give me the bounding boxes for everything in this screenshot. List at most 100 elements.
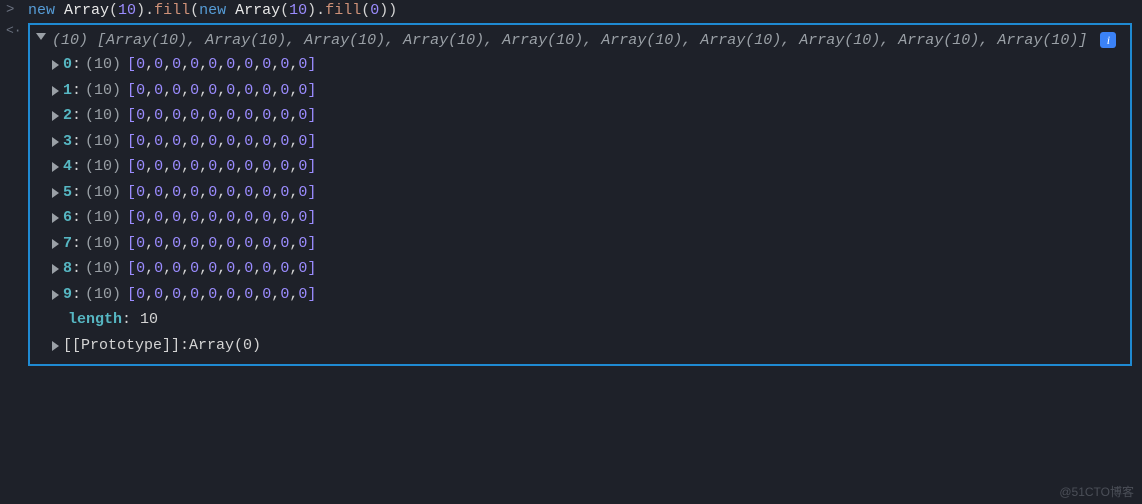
array-value: 0 [190, 52, 199, 78]
array-value: 0 [262, 103, 271, 129]
array-row[interactable]: 9: (10)[0, 0, 0, 0, 0, 0, 0, 0, 0, 0] [38, 282, 1122, 308]
row-index: 8 [63, 256, 72, 282]
length-key: length [68, 311, 122, 328]
array-row[interactable]: 0: (10)[0, 0, 0, 0, 0, 0, 0, 0, 0, 0] [38, 52, 1122, 78]
array-value: 0 [298, 103, 307, 129]
array-value: 0 [208, 231, 217, 257]
code-token: ( [109, 2, 118, 19]
array-value: 0 [208, 154, 217, 180]
code-token: new [199, 2, 235, 19]
array-value: 0 [136, 154, 145, 180]
array-value: 0 [172, 231, 181, 257]
row-index: 3 [63, 129, 72, 155]
array-value: 0 [280, 205, 289, 231]
chevron-right-icon[interactable] [52, 188, 59, 198]
array-value: 0 [208, 256, 217, 282]
array-value: 0 [190, 180, 199, 206]
array-row[interactable]: 3: (10)[0, 0, 0, 0, 0, 0, 0, 0, 0, 0] [38, 129, 1122, 155]
array-value: 0 [190, 154, 199, 180]
chevron-right-icon[interactable] [52, 137, 59, 147]
chevron-right-icon[interactable] [52, 290, 59, 300]
chevron-right-icon[interactable] [52, 162, 59, 172]
array-value: 0 [190, 129, 199, 155]
array-value: 0 [172, 129, 181, 155]
chevron-right-icon[interactable] [52, 60, 59, 70]
array-value: 0 [208, 205, 217, 231]
array-row[interactable]: 6: (10)[0, 0, 0, 0, 0, 0, 0, 0, 0, 0] [38, 205, 1122, 231]
chevron-right-icon[interactable] [52, 341, 59, 351]
row-index: 5 [63, 180, 72, 206]
array-value: 0 [226, 256, 235, 282]
array-value: 0 [208, 180, 217, 206]
row-count: (10) [85, 52, 121, 78]
array-value: 0 [280, 78, 289, 104]
array-value: 0 [262, 154, 271, 180]
code-token: Array [235, 2, 280, 19]
chevron-right-icon[interactable] [52, 213, 59, 223]
array-value: 0 [208, 129, 217, 155]
code-token: ( [280, 2, 289, 19]
array-summary[interactable]: (10) [Array(10), Array(10), Array(10), A… [38, 29, 1122, 52]
code-token: Array [64, 2, 109, 19]
chevron-right-icon[interactable] [52, 111, 59, 121]
array-value: 0 [244, 205, 253, 231]
array-row[interactable]: 7: (10)[0, 0, 0, 0, 0, 0, 0, 0, 0, 0] [38, 231, 1122, 257]
array-value: 0 [244, 154, 253, 180]
chevron-right-icon[interactable] [52, 264, 59, 274]
row-count: (10) [85, 256, 121, 282]
row-index: 2 [63, 103, 72, 129]
array-value: 0 [136, 205, 145, 231]
row-count: (10) [85, 180, 121, 206]
array-value: 0 [172, 52, 181, 78]
array-value: 0 [226, 154, 235, 180]
array-value: 0 [280, 256, 289, 282]
array-value: 0 [154, 180, 163, 206]
array-value: 0 [298, 52, 307, 78]
array-value: 0 [262, 256, 271, 282]
array-value: 0 [136, 282, 145, 308]
result-container: (10) [Array(10), Array(10), Array(10), A… [28, 23, 1132, 366]
array-value: 0 [262, 205, 271, 231]
row-index: 0 [63, 52, 72, 78]
array-row[interactable]: 1: (10)[0, 0, 0, 0, 0, 0, 0, 0, 0, 0] [38, 78, 1122, 104]
array-value: 0 [208, 78, 217, 104]
array-value: 0 [154, 78, 163, 104]
info-icon[interactable]: i [1100, 32, 1116, 48]
summary-count: (10) [52, 32, 88, 49]
array-value: 0 [190, 256, 199, 282]
expand-toggle-icon[interactable] [36, 33, 46, 40]
row-count: (10) [85, 103, 121, 129]
array-row[interactable]: 4: (10)[0, 0, 0, 0, 0, 0, 0, 0, 0, 0] [38, 154, 1122, 180]
array-row[interactable]: 5: (10)[0, 0, 0, 0, 0, 0, 0, 0, 0, 0] [38, 180, 1122, 206]
chevron-right-icon[interactable] [52, 239, 59, 249]
array-value: 0 [280, 103, 289, 129]
array-value: 0 [208, 52, 217, 78]
array-value: 0 [172, 103, 181, 129]
array-value: 0 [172, 282, 181, 308]
array-value: 0 [154, 205, 163, 231]
array-value: 0 [262, 78, 271, 104]
array-value: 0 [280, 154, 289, 180]
chevron-right-icon[interactable] [52, 86, 59, 96]
row-count: (10) [85, 78, 121, 104]
array-value: 0 [244, 52, 253, 78]
array-row[interactable]: 8: (10)[0, 0, 0, 0, 0, 0, 0, 0, 0, 0] [38, 256, 1122, 282]
array-value: 0 [190, 78, 199, 104]
array-value: 0 [190, 103, 199, 129]
array-value: 0 [172, 154, 181, 180]
prototype-property[interactable]: [[Prototype]]: Array(0) [38, 333, 1122, 359]
array-value: 0 [136, 256, 145, 282]
code-token: ). [136, 2, 154, 19]
array-value: 0 [280, 52, 289, 78]
array-value: 0 [190, 205, 199, 231]
array-value: 0 [244, 78, 253, 104]
array-row[interactable]: 2: (10)[0, 0, 0, 0, 0, 0, 0, 0, 0, 0] [38, 103, 1122, 129]
array-value: 0 [154, 52, 163, 78]
row-index: 4 [63, 154, 72, 180]
code-token: ( [190, 2, 199, 19]
array-value: 0 [226, 103, 235, 129]
console-output-line: <· (10) [Array(10), Array(10), Array(10)… [0, 21, 1142, 374]
array-value: 0 [136, 78, 145, 104]
console-input-line: > new Array(10).fill(new Array(10).fill(… [0, 0, 1142, 21]
array-value: 0 [298, 282, 307, 308]
